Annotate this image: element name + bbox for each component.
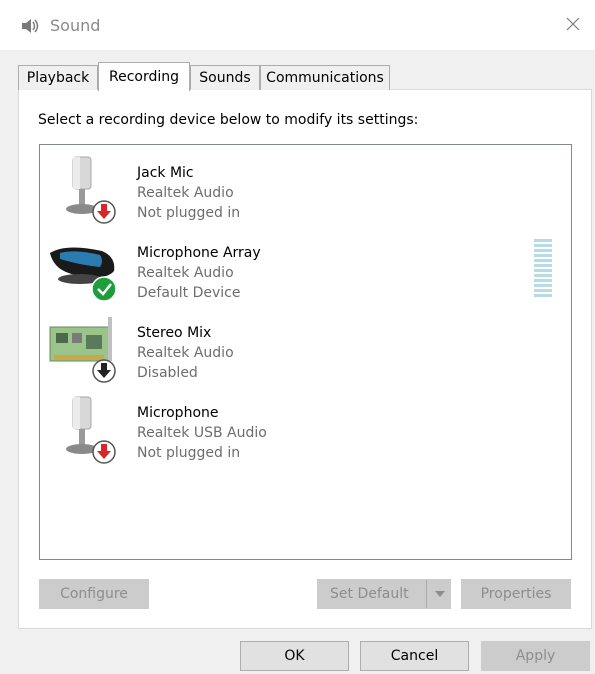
tab-sounds[interactable]: Sounds [190, 65, 260, 90]
level-meter [534, 239, 552, 297]
cancel-button[interactable]: Cancel [360, 641, 469, 671]
unplugged-red-arrow-icon [92, 200, 116, 224]
sound-card-icon [49, 317, 116, 383]
device-name: Microphone Array [137, 245, 261, 261]
device-status: Disabled [137, 365, 198, 381]
set-default-button[interactable]: Set Default [317, 579, 451, 609]
apply-button[interactable]: Apply [481, 641, 590, 671]
close-icon [566, 17, 580, 31]
list-item[interactable]: Microphone Realtek USB Audio Not plugged… [40, 391, 571, 469]
speaker-icon [22, 19, 39, 33]
disabled-black-arrow-icon [92, 359, 116, 383]
device-list[interactable]: Jack Mic Realtek Audio Not plugged in Mi… [39, 144, 572, 560]
unplugged-red-arrow-icon [92, 440, 116, 464]
default-green-check-icon [91, 276, 117, 302]
device-name: Stereo Mix [137, 325, 212, 341]
chevron-down-icon [435, 591, 445, 597]
tab-communications[interactable]: Communications [260, 65, 390, 90]
window-title: Sound [50, 16, 101, 35]
microphone-icon [66, 156, 116, 224]
device-status: Default Device [137, 285, 241, 301]
title-bar: Sound [0, 0, 595, 50]
list-item[interactable]: Stereo Mix Realtek Audio Disabled [40, 311, 571, 389]
microphone-icon [66, 396, 116, 464]
device-name: Jack Mic [137, 165, 194, 181]
device-driver: Realtek Audio [137, 265, 234, 281]
list-item[interactable]: Jack Mic Realtek Audio Not plugged in [40, 151, 571, 229]
set-default-label: Set Default [330, 586, 409, 602]
tab-playback[interactable]: Playback [18, 65, 98, 90]
microphone-array-icon [50, 247, 117, 302]
instructions-text: Select a recording device below to modif… [38, 112, 419, 128]
device-status: Not plugged in [137, 445, 241, 461]
tab-recording[interactable]: Recording [98, 62, 190, 91]
device-driver: Realtek USB Audio [137, 425, 267, 441]
close-button[interactable] [559, 10, 587, 38]
device-status: Not plugged in [137, 205, 241, 221]
device-driver: Realtek Audio [137, 345, 234, 361]
set-default-dropdown[interactable] [426, 580, 453, 608]
device-name: Microphone [137, 405, 219, 421]
configure-button[interactable]: Configure [39, 579, 149, 609]
properties-button[interactable]: Properties [461, 579, 571, 609]
ok-button[interactable]: OK [240, 641, 349, 671]
list-item[interactable]: Microphone Array Realtek Audio Default D… [40, 231, 571, 309]
device-driver: Realtek Audio [137, 185, 234, 201]
